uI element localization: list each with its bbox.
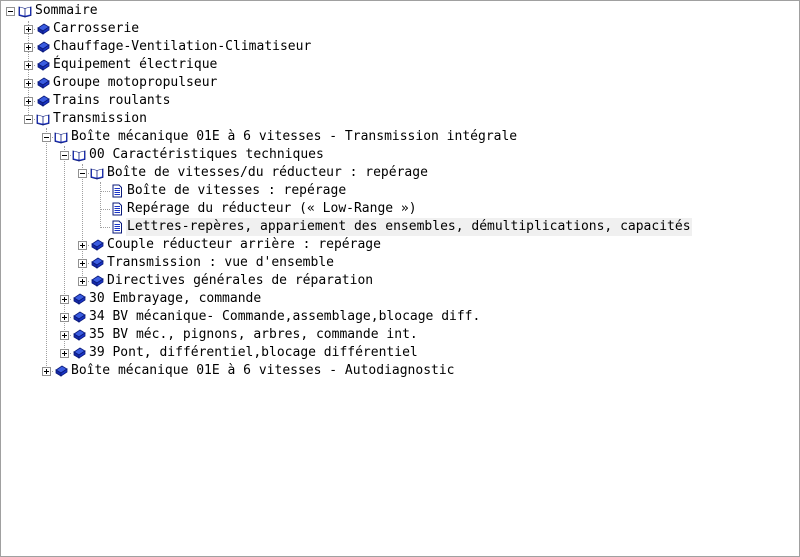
tree-node-groupe[interactable]: Groupe motopropulseur <box>24 74 218 92</box>
table-of-contents-tree: Sommaire Carrosserie Chauffage-Ventilati… <box>0 0 800 557</box>
document-icon <box>112 184 122 198</box>
document-icon <box>112 220 122 234</box>
tree-node-equipement[interactable]: Équipement électrique <box>24 56 218 74</box>
expand-toggle[interactable] <box>60 348 69 358</box>
book-closed-icon <box>91 275 104 287</box>
book-open-icon <box>18 6 32 18</box>
collapse-toggle[interactable] <box>24 114 33 124</box>
book-open-icon <box>54 132 68 144</box>
tree-leaf-boite-reperage[interactable]: Boîte de vitesses : repérage <box>110 182 347 200</box>
book-closed-icon <box>73 347 86 359</box>
tree-node-label: Boîte mécanique 01E à 6 vitesses - Autod… <box>71 363 455 378</box>
tree-connector <box>100 191 110 192</box>
book-closed-icon <box>37 77 50 89</box>
tree-connector <box>100 182 101 228</box>
tree-node-label: Transmission <box>53 111 147 126</box>
tree-node-label: Couple réducteur arrière : repérage <box>107 237 381 252</box>
tree-node-label: Chauffage-Ventilation-Climatiseur <box>53 39 312 54</box>
tree-leaf-reperage-reducteur[interactable]: Repérage du réducteur (« Low-Range ») <box>110 200 418 218</box>
tree-node-carrosserie[interactable]: Carrosserie <box>24 20 140 38</box>
tree-node-directives[interactable]: Directives générales de réparation <box>78 272 374 290</box>
tree-node-pont-39[interactable]: 39 Pont, différentiel,blocage différenti… <box>60 344 419 362</box>
book-open-icon <box>90 168 104 180</box>
tree-connector <box>100 227 110 228</box>
book-closed-icon <box>73 311 86 323</box>
collapse-toggle[interactable] <box>78 168 87 178</box>
book-closed-icon <box>91 257 104 269</box>
tree-node-caracteristiques[interactable]: 00 Caractéristiques techniques <box>60 146 325 164</box>
tree-node-label: 34 BV mécanique- Commande,assemblage,blo… <box>89 309 481 324</box>
expand-toggle[interactable] <box>24 96 33 106</box>
book-closed-icon <box>37 95 50 107</box>
tree-node-label: 00 Caractéristiques techniques <box>89 147 324 162</box>
tree-node-label: Directives générales de réparation <box>107 273 374 288</box>
tree-node-trains[interactable]: Trains roulants <box>24 92 171 110</box>
tree-node-label: Transmission : vue d'ensemble <box>107 255 334 270</box>
book-closed-icon <box>73 329 86 341</box>
book-closed-icon <box>73 293 86 305</box>
tree-leaf-lettres-reperes[interactable]: Lettres-repères, appariement des ensembl… <box>110 218 692 236</box>
expand-toggle[interactable] <box>78 240 87 250</box>
tree-node-label: Boîte mécanique 01E à 6 vitesses - Trans… <box>71 129 518 144</box>
tree-node-label: Boîte de vitesses : repérage <box>127 183 347 198</box>
book-open-icon <box>36 114 50 126</box>
book-closed-icon <box>37 41 50 53</box>
expand-toggle[interactable] <box>78 258 87 268</box>
tree-connector <box>100 209 110 210</box>
expand-toggle[interactable] <box>60 312 69 322</box>
book-closed-icon <box>37 59 50 71</box>
expand-toggle[interactable] <box>78 276 87 286</box>
document-icon <box>112 202 122 216</box>
tree-node-label: Sommaire <box>35 3 98 18</box>
book-closed-icon <box>37 23 50 35</box>
book-closed-icon <box>55 365 68 377</box>
tree-node-label: Boîte de vitesses/du réducteur : repérag… <box>107 165 428 180</box>
tree-node-autodiagnostic[interactable]: Boîte mécanique 01E à 6 vitesses - Autod… <box>42 362 456 380</box>
collapse-toggle[interactable] <box>6 6 15 16</box>
tree-node-label: Lettres-repères, appariement des ensembl… <box>126 218 692 236</box>
tree-connector <box>46 128 47 372</box>
tree-node-label: 35 BV méc., pignons, arbres, commande in… <box>89 327 418 342</box>
tree-node-embrayage[interactable]: 30 Embrayage, commande <box>60 290 262 308</box>
expand-toggle[interactable] <box>24 60 33 70</box>
tree-node-label: Groupe motopropulseur <box>53 75 218 90</box>
book-open-icon <box>72 150 86 162</box>
tree-node-label: Trains roulants <box>53 93 171 108</box>
tree-node-label: Carrosserie <box>53 21 140 36</box>
collapse-toggle[interactable] <box>60 150 69 160</box>
expand-toggle[interactable] <box>24 24 33 34</box>
tree-node-bv-35[interactable]: 35 BV méc., pignons, arbres, commande in… <box>60 326 419 344</box>
tree-node-label: 30 Embrayage, commande <box>89 291 262 306</box>
expand-toggle[interactable] <box>24 42 33 52</box>
tree-node-label: 39 Pont, différentiel,blocage différenti… <box>89 345 418 360</box>
tree-node-sommaire[interactable]: Sommaire <box>6 2 99 20</box>
expand-toggle[interactable] <box>42 366 51 376</box>
tree-node-boite-reducteur[interactable]: Boîte de vitesses/du réducteur : repérag… <box>78 164 429 182</box>
tree-node-transmission-vue[interactable]: Transmission : vue d'ensemble <box>78 254 335 272</box>
tree-node-bv-34[interactable]: 34 BV mécanique- Commande,assemblage,blo… <box>60 308 481 326</box>
tree-node-label: Repérage du réducteur (« Low-Range ») <box>127 201 417 216</box>
tree-node-label: Équipement électrique <box>53 57 218 72</box>
tree-node-boite-integrale[interactable]: Boîte mécanique 01E à 6 vitesses - Trans… <box>42 128 518 146</box>
expand-toggle[interactable] <box>24 78 33 88</box>
tree-node-transmission[interactable]: Transmission <box>24 110 148 128</box>
collapse-toggle[interactable] <box>42 132 51 142</box>
expand-toggle[interactable] <box>60 294 69 304</box>
expand-toggle[interactable] <box>60 330 69 340</box>
book-closed-icon <box>91 239 104 251</box>
tree-node-couple-reducteur[interactable]: Couple réducteur arrière : repérage <box>78 236 382 254</box>
tree-node-chauffage[interactable]: Chauffage-Ventilation-Climatiseur <box>24 38 312 56</box>
